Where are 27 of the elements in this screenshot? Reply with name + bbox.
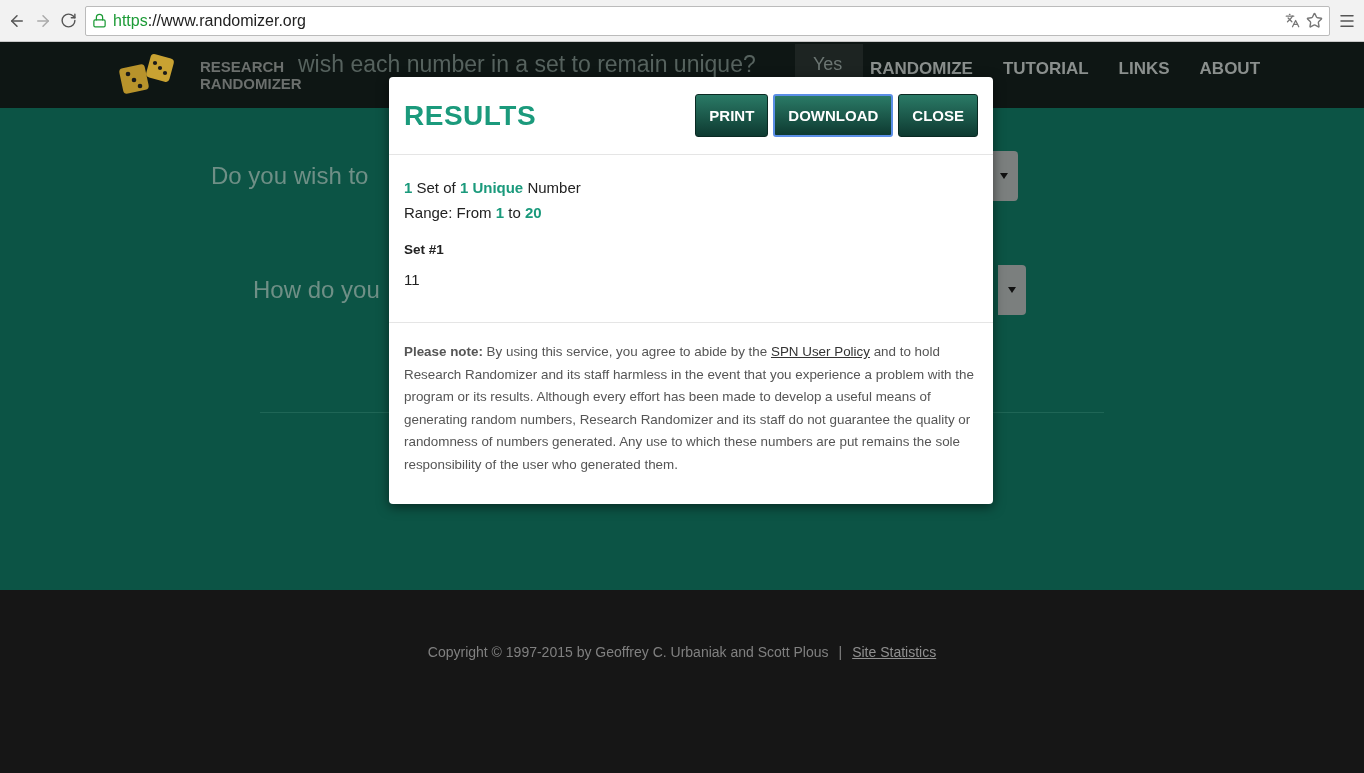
translate-icon[interactable] <box>1285 13 1300 28</box>
policy-link[interactable]: SPN User Policy <box>770 344 870 359</box>
question-text: Do you wish to <box>211 162 369 190</box>
nav-link[interactable]: RANDOMIZE <box>870 61 973 76</box>
nav-link[interactable]: TUTORIAL <box>1002 61 1089 76</box>
question-text: wish each number in a set to remain unique? <box>298 51 756 78</box>
caret-icon <box>1000 173 1008 179</box>
dialog-button[interactable]: DOWNLOAD <box>773 94 894 137</box>
summary-text: Range: From 1 to 20 <box>404 203 543 223</box>
set-label: Set #1 <box>404 242 445 257</box>
address-bar[interactable]: https://www.randomizer.org <box>85 5 1330 36</box>
nav-link[interactable]: ABOUT <box>1199 61 1261 76</box>
star-icon[interactable] <box>1306 12 1323 29</box>
dialog-title: RESULTS <box>404 99 537 132</box>
summary-text: 1 Set of 1 Unique Number <box>404 178 582 198</box>
question-text: How do you <box>253 276 380 304</box>
copyright-text: Copyright © 1997-2015 by Geoffrey C. Urbaniak and Scott Plous <box>427 643 829 660</box>
separator-text: | <box>838 643 843 660</box>
reload-button[interactable] <box>60 12 77 29</box>
result-number: 11 <box>404 271 421 288</box>
dialog-button[interactable]: CLOSE <box>898 94 978 137</box>
nav-link[interactable]: LINKS <box>1118 61 1170 76</box>
caret-icon <box>1008 287 1016 293</box>
site-statistics-link[interactable]: Site Statistics <box>852 643 937 660</box>
lock-icon <box>92 13 107 28</box>
disclaimer-text: Please note: By using this service, you agree to abide by the SPN User Policy and to hold Research Randomizer and its staff harmless in the event that you experience a problem with the program or its results. Although every effort has been made to develop a useful means of generating random numbers, Research Randomizer and its staff do not guarantee the quality or randomness of numbers generated. Any use to which these numbers are put remains the sole responsibility of the user who generated them. <box>404 343 975 474</box>
dialog-button[interactable]: PRINT <box>695 94 769 137</box>
